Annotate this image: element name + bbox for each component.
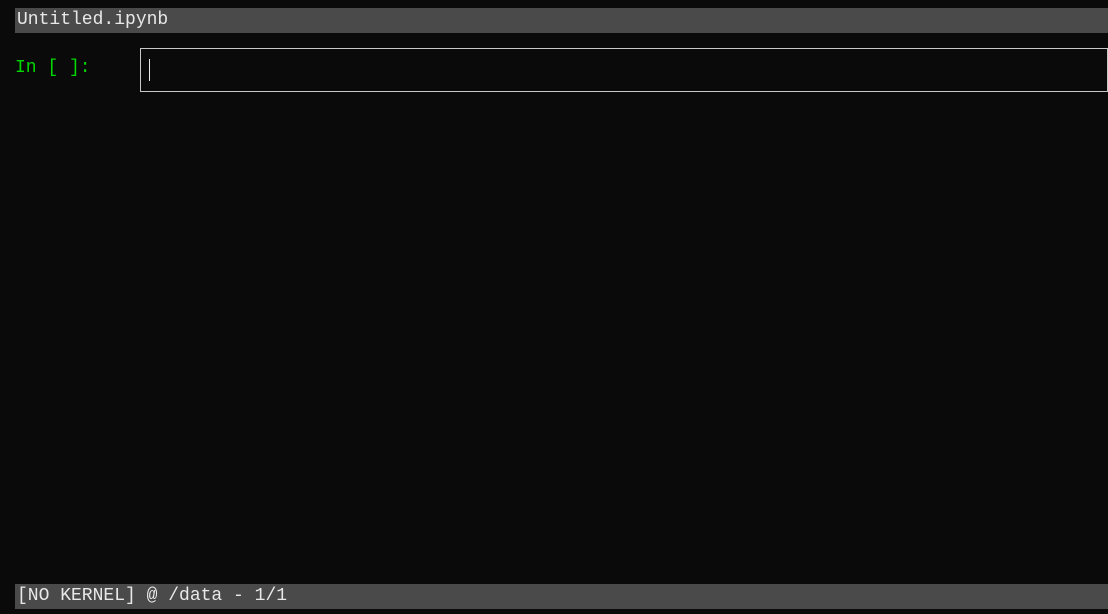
cell-prompt: In [ ]:	[15, 48, 140, 78]
title-bar: Untitled.ipynb	[15, 8, 1108, 33]
status-text: [NO KERNEL] @ /data - 1/1	[17, 586, 287, 606]
notebook-filename: Untitled.ipynb	[17, 10, 168, 30]
status-bar: [NO KERNEL] @ /data - 1/1	[15, 584, 1108, 609]
notebook-cell: In [ ]:	[15, 48, 1108, 92]
text-cursor	[149, 59, 150, 81]
cell-input-area[interactable]	[140, 48, 1108, 92]
